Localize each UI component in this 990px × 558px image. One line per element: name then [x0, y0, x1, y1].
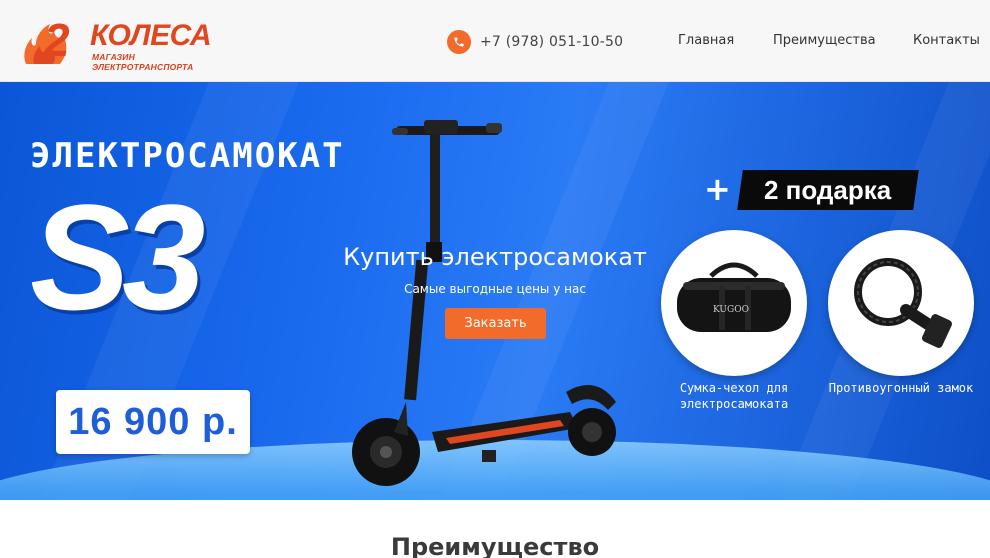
- plus-icon: +: [704, 170, 731, 208]
- gift-bag-circle: KUGOO: [661, 230, 807, 376]
- site-header: 2 КОЛЕСА МАГАЗИН ЭЛЕКТРОТРАНСПОРТА +7 (9…: [0, 0, 990, 82]
- bag-icon: KUGOO: [677, 262, 791, 332]
- scooter-image: [352, 120, 616, 486]
- gift-banner: 2 подарка: [737, 170, 919, 210]
- nav-advantages[interactable]: Преимущества: [773, 33, 876, 49]
- phone-contact[interactable]: +7 (978) 051-10-50: [447, 30, 623, 54]
- phone-number[interactable]: +7 (978) 051-10-50: [480, 34, 623, 50]
- nav-contacts[interactable]: Контакты: [913, 33, 980, 49]
- section-title: Преимущество: [390, 533, 600, 558]
- cta-title: Купить электросамокат: [343, 243, 647, 271]
- lock-icon: [854, 258, 952, 348]
- logo-name: КОЛЕСА: [90, 19, 212, 52]
- gift-banner-label: 2 подарка: [764, 175, 892, 205]
- order-button[interactable]: Заказать: [445, 308, 546, 339]
- phone-icon: [447, 30, 471, 54]
- advantages-section: Преимущество: [0, 500, 990, 558]
- logo-tagline: МАГАЗИН ЭЛЕКТРОТРАНСПОРТА: [92, 52, 194, 72]
- logo-number: 2: [44, 14, 70, 66]
- cta-subtitle: Самые выгодные цены у нас: [404, 282, 586, 296]
- hero-model: S3: [30, 173, 206, 341]
- logo[interactable]: 2 КОЛЕСА МАГАЗИН ЭЛЕКТРОТРАНСПОРТА: [20, 14, 212, 72]
- nav-home[interactable]: Главная: [678, 33, 734, 49]
- hero-caption: ЭЛЕКТРОСАМОКАТ: [30, 136, 345, 176]
- gift-lock-label: Противоугонный замок: [828, 381, 974, 395]
- gift-lock-circle: [828, 230, 974, 376]
- price-badge: 16 900 р.: [56, 390, 250, 454]
- bag-brand-text: KUGOO: [713, 305, 749, 315]
- hero-banner: ЭЛЕКТРОСАМОКАТ S3 16 900 р. Купить элект…: [0, 82, 990, 500]
- gift-bag-label: Сумка-чехол для электросамоката: [679, 381, 789, 411]
- price-value: 16 900 р.: [68, 401, 238, 443]
